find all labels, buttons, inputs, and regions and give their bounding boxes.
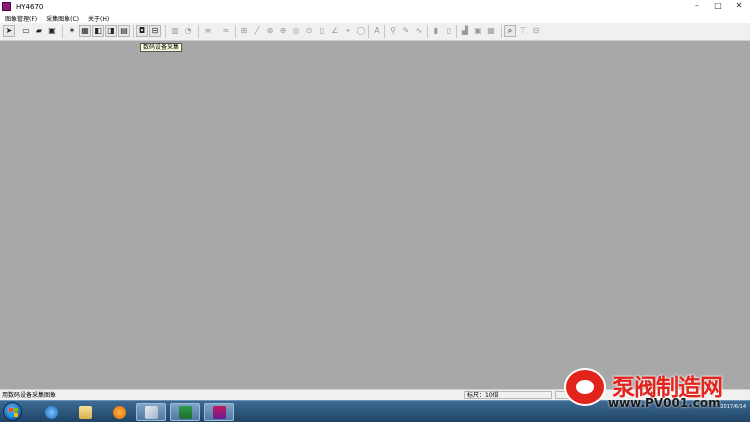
wand-icon[interactable]: ✶ [66,25,78,37]
app-window: HY4670 – □ ✕ 图象管理(F) 采集图象(C) 关于(H) ➤ ▭ ▰… [0,0,750,422]
open-folder-icon[interactable]: ▰ [33,25,45,37]
toolbar-separator [62,25,63,38]
line-icon[interactable]: ╱ [251,25,263,37]
title-bar: HY4670 – □ ✕ [0,0,750,13]
save-icon[interactable]: ▣ [46,25,58,37]
text-icon[interactable]: A [371,25,383,37]
document-icon[interactable]: ▯ [316,25,328,37]
maximize-icon[interactable]: □ [709,1,727,11]
status-zoom: 标尺：10倍 [464,391,552,399]
window-title: HY4670 [16,2,44,11]
toolbar-tooltip: 数码设备采集 [140,43,183,52]
toolbar-separator [501,25,502,38]
crosshair-icon[interactable]: ⊙ [303,25,315,37]
tool-arrow-icon[interactable]: ➤ [3,25,15,37]
camera-icon[interactable]: ◘ [136,25,148,37]
menu-image-manage[interactable]: 图象管理(F) [5,14,37,23]
shape-icon[interactable]: ⊗ [264,25,276,37]
image-grid-icon[interactable]: ▦ [79,25,91,37]
pattern-icon[interactable]: ≈ [220,25,232,37]
print-icon[interactable]: ▥ [169,25,181,37]
new-file-icon[interactable]: ▭ [20,25,32,37]
menu-about[interactable]: 关于(H) [88,14,109,23]
toolbar-separator [368,25,369,38]
toolbar-separator [133,25,134,38]
measure-icon[interactable]: ⌖ [342,25,354,37]
toolbar-separator [165,25,166,38]
film-icon[interactable]: ▤ [118,25,130,37]
app-icon [2,2,11,11]
report-icon[interactable]: ▣ [472,25,484,37]
paint-icon [144,405,158,419]
hy4670-app-icon [212,405,226,419]
fit-icon[interactable]: ⊤ [517,25,529,37]
export-icon[interactable]: ▦ [485,25,497,37]
toolbar-separator [384,25,385,38]
toolbar-separator [456,25,457,38]
angle-icon[interactable]: ∠ [329,25,341,37]
target-icon[interactable]: ◎ [290,25,302,37]
excel-icon [178,405,192,419]
magnifier-icon[interactable]: ⚲ [387,25,399,37]
toolbar-separator [198,25,199,38]
image-adjust-icon[interactable]: ◧ [92,25,104,37]
folder-icon [78,405,92,419]
taskbar-excel[interactable] [170,403,200,421]
zoom-icon[interactable]: ⌕ [504,25,516,37]
internet-explorer-icon [44,405,58,419]
watermark-logo-icon [566,370,604,404]
toolbar-separator [235,25,236,38]
media-player-icon [112,405,126,419]
circle-measure-icon[interactable]: ◯ [355,25,367,37]
digital-capture-icon[interactable]: ⊟ [149,25,161,37]
watermark: 泵阀制造网 www.PV001.com [562,366,750,414]
curve-icon[interactable]: ∿ [413,25,425,37]
image-compare-icon[interactable]: ◨ [105,25,117,37]
grid-icon[interactable]: ⊞ [238,25,250,37]
taskbar-paint[interactable] [136,403,166,421]
windows-logo-icon [9,408,18,417]
taskbar-explorer[interactable] [70,403,100,421]
taskbar-ie[interactable] [36,403,66,421]
taskbar-hy4670[interactable] [204,403,234,421]
chart-icon[interactable]: ▯ [443,25,455,37]
window-layout-icon[interactable]: ⊟ [530,25,542,37]
menu-capture-image[interactable]: 采集图象(C) [46,14,79,23]
status-text: 用数码设备采集图象 [2,392,57,399]
layer-icon[interactable]: ≡ [202,25,214,37]
close-icon[interactable]: ✕ [730,1,748,11]
pen-icon[interactable]: ✎ [400,25,412,37]
stats-icon[interactable]: ▟ [459,25,471,37]
toolbar-separator [427,25,428,38]
start-button[interactable] [3,402,22,421]
watermark-url: www.PV001.com [608,396,721,410]
toolbar: ➤ ▭ ▰ ▣ ✶ ▦ ◧ ◨ ▤ ◘ ⊟ ▥ ◔ ≡ ≈ ⊞ ╱ ⊗ ⊕ ◎ … [0,23,750,41]
cross-icon[interactable]: ⊕ [277,25,289,37]
taskbar-media[interactable] [104,403,134,421]
image-info-icon[interactable]: ◔ [182,25,194,37]
histogram-icon[interactable]: ▮ [430,25,442,37]
menu-bar: 图象管理(F) 采集图象(C) 关于(H) [0,13,750,23]
window-controls: – □ ✕ [688,1,748,11]
minimize-icon[interactable]: – [688,1,706,11]
